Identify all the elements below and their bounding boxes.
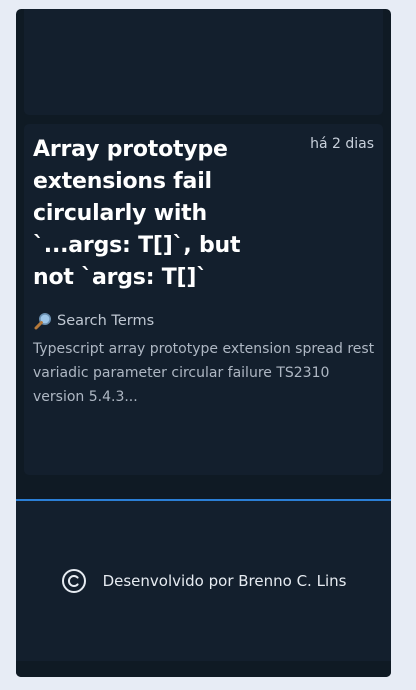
post-card[interactable]: Array prototype extensions fail circular… bbox=[24, 124, 383, 475]
magnifier-icon bbox=[33, 311, 53, 331]
footer-bottom-strip bbox=[16, 661, 391, 677]
footer-credit: Desenvolvido por Brenno C. Lins bbox=[102, 572, 347, 590]
post-date: há 2 dias bbox=[310, 136, 374, 152]
footer: Desenvolvido por Brenno C. Lins bbox=[16, 501, 391, 661]
search-terms-heading: Search Terms bbox=[33, 311, 374, 331]
app-frame: Array prototype extensions fail circular… bbox=[16, 9, 391, 677]
search-terms-label: Search Terms bbox=[57, 313, 155, 329]
previous-post-card[interactable] bbox=[24, 9, 383, 115]
post-title[interactable]: Array prototype extensions fail circular… bbox=[33, 134, 283, 294]
copyright-icon bbox=[61, 568, 87, 594]
post-description: Typescript array prototype extension spr… bbox=[33, 341, 375, 405]
